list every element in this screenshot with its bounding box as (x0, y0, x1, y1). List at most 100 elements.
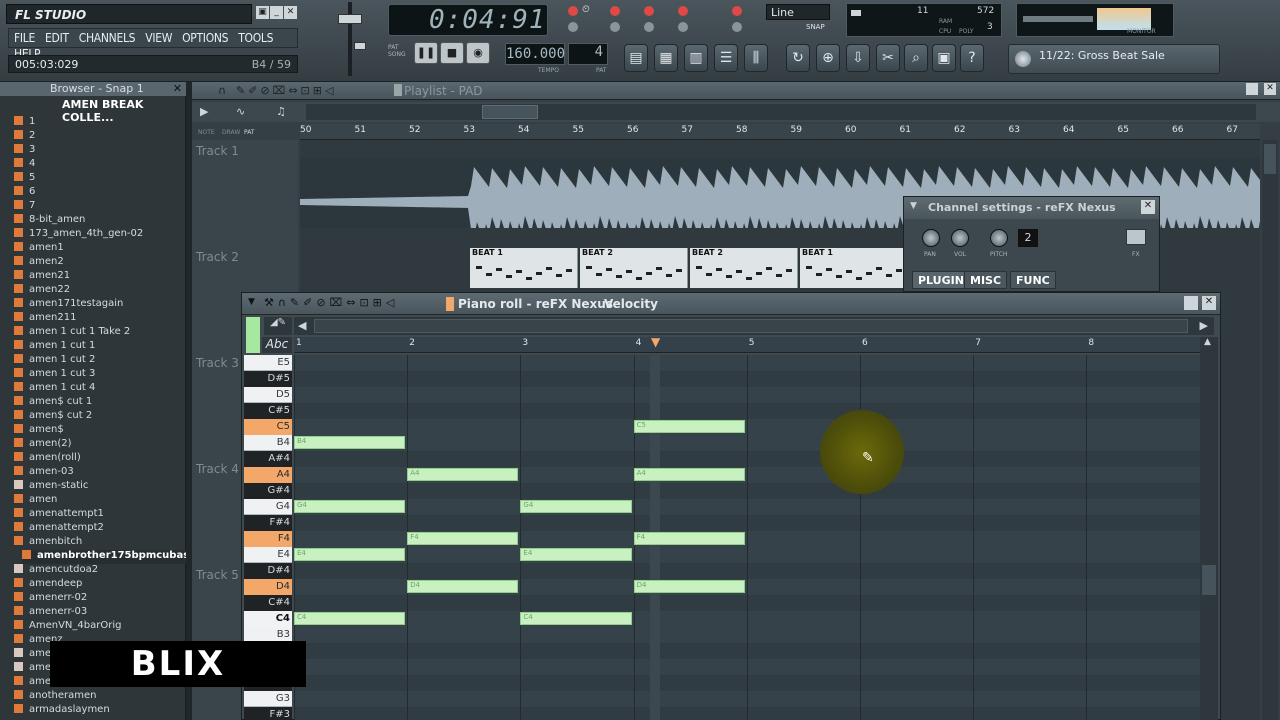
browser-item[interactable]: 5 (14, 172, 35, 186)
automation-icon[interactable]: ∿ (236, 105, 245, 118)
step-sequencer-icon[interactable]: ▦ (654, 44, 678, 72)
maximize-button[interactable] (1184, 296, 1198, 310)
note[interactable]: C4 (520, 612, 632, 625)
piano-key[interactable]: G3 (244, 691, 292, 707)
track-label[interactable]: Track 3 (196, 356, 239, 370)
track-label[interactable]: Track 2 (196, 250, 239, 264)
browser-item[interactable]: amen(roll) (14, 452, 81, 466)
playlist-icon[interactable]: ▤ (624, 44, 648, 72)
scroll-left-icon[interactable]: ◀ (298, 319, 306, 332)
pause-button[interactable]: ❚❚ (414, 42, 438, 64)
browser-item[interactable]: amen$ cut 1 (14, 396, 92, 410)
undo-icon[interactable]: ↻ (786, 44, 810, 72)
browser-item[interactable]: anotheramen (14, 690, 96, 704)
browser-item[interactable]: 7 (14, 200, 35, 214)
note[interactable]: D4 (633, 580, 745, 593)
note[interactable]: F4 (407, 532, 519, 545)
piano-key[interactable]: D4 (244, 579, 292, 595)
browser-item[interactable]: amen$ cut 2 (14, 410, 92, 424)
note[interactable]: F4 (633, 532, 745, 545)
restore-button[interactable]: ▣ (256, 6, 269, 19)
browser-item[interactable]: amendeep (14, 578, 82, 592)
browser-item[interactable]: amen1 (14, 242, 64, 256)
pattern-clip[interactable]: BEAT 2 (690, 248, 798, 288)
piano-key[interactable]: D#4 (244, 563, 292, 579)
pencil-icon[interactable]: ◢✎ (264, 317, 292, 335)
browser-item[interactable]: armadaslaymen (14, 704, 110, 718)
save-icon[interactable]: ⊕ (816, 44, 840, 72)
piano-key[interactable]: B4 (244, 435, 292, 451)
step-led-icon[interactable] (568, 22, 578, 32)
blend-led-icon[interactable] (644, 6, 654, 16)
note[interactable]: E4 (520, 548, 632, 561)
export-icon[interactable]: ⇩ (846, 44, 870, 72)
close-button[interactable]: ✕ (1141, 200, 1155, 214)
maximize-button[interactable] (1246, 83, 1258, 95)
playlist-vscroll[interactable] (1262, 140, 1278, 720)
browser-item[interactable]: amen21 (14, 270, 70, 284)
playlist-ruler[interactable]: 50 51 52 53 54 55 56 57 58 59 60 61 62 63 64 65 66 67 (300, 124, 1260, 140)
menu-options[interactable]: OPTIONS (177, 29, 233, 45)
volume-knob[interactable] (951, 229, 969, 247)
snap-select[interactable]: Line (766, 4, 830, 20)
help-icon[interactable]: ? (960, 44, 984, 72)
browser-item[interactable]: 4 (14, 158, 35, 172)
note-mode[interactable]: NOTE (198, 129, 215, 136)
piano-roll-vscroll[interactable]: ▲ (1200, 337, 1218, 720)
piano-key[interactable]: E5 (244, 355, 292, 371)
metronome-icon[interactable]: ⏲ (582, 4, 590, 15)
piano-key[interactable]: G#4 (244, 483, 292, 499)
mixer-icon[interactable]: ⫼ (744, 44, 768, 72)
playhead-marker-icon[interactable]: ▼ (651, 335, 660, 349)
mixer-track-selector[interactable]: 2 (1018, 229, 1038, 247)
scroll-thumb[interactable] (482, 105, 538, 119)
browser-item[interactable]: amen 1 cut 3 (14, 368, 95, 382)
note[interactable]: A4 (633, 468, 745, 481)
browser-item[interactable]: amenerr-03 (14, 606, 87, 620)
note[interactable]: C4 (294, 612, 406, 625)
browser-item[interactable]: amen211 (14, 312, 76, 326)
piano-key[interactable]: D#5 (244, 371, 292, 387)
close-button[interactable]: ✕ (1264, 83, 1276, 95)
close-button[interactable]: ✕ (284, 6, 297, 19)
tempo-display[interactable]: 160.000 (505, 43, 565, 65)
browser-item[interactable]: amen (14, 494, 57, 508)
note[interactable]: G4 (520, 500, 632, 513)
note[interactable]: A4 (407, 468, 519, 481)
pattern-icon[interactable]: ▶ (200, 105, 208, 118)
track-label[interactable]: Track 1 (196, 144, 239, 158)
browser-item[interactable]: AmenVN_4barOrig (14, 620, 121, 634)
wait-led-icon[interactable] (610, 22, 620, 32)
piano-key[interactable]: A#4 (244, 451, 292, 467)
browser-item[interactable]: amen 1 cut 1 Take 2 (14, 326, 130, 340)
browser-item[interactable]: amenbrother175bpmcubase (22, 550, 196, 564)
audio-icon[interactable]: ♫ (276, 105, 286, 118)
note-grid[interactable]: B4 G4 E4 C4 A4 F4 D4 G4 E4 C4 C5 A4 F4 D4 (294, 355, 1200, 720)
piano-key[interactable]: F#3 (244, 707, 292, 720)
draw-mode[interactable]: DRAW (222, 129, 240, 136)
close-icon[interactable]: ✕ (173, 82, 182, 95)
note[interactable]: E4 (294, 548, 406, 561)
cut-tool-icon[interactable]: ✂ (876, 44, 900, 72)
browser-item[interactable]: 6 (14, 186, 35, 200)
piano-roll-ruler[interactable]: ▼ 1 2 3 4 5 6 7 8 (294, 335, 1200, 353)
event-selector[interactable]: Velocity (604, 297, 658, 311)
scroll-up-icon[interactable]: ▲ (1204, 337, 1211, 347)
browser-current-folder[interactable]: AMEN BREAK COLLE... (0, 98, 186, 124)
browser-item[interactable]: 2 (14, 130, 35, 144)
browser-item[interactable]: amenattempt1 (14, 508, 104, 522)
chevron-down-icon[interactable]: ▼ (248, 297, 255, 307)
browser-item[interactable]: 3 (14, 144, 35, 158)
close-button[interactable]: ✕ (1202, 296, 1216, 310)
overdub-led-icon[interactable] (678, 22, 688, 32)
piano-key[interactable]: A4 (244, 467, 292, 483)
browser-item[interactable]: amen$ (14, 424, 64, 438)
browser-item[interactable]: amen171testagain (14, 298, 123, 312)
browser-item[interactable]: amen(2) (14, 438, 72, 452)
browser-item[interactable]: amen22 (14, 284, 70, 298)
browser-item[interactable]: 1 (14, 116, 35, 130)
playlist-hscroll[interactable] (306, 104, 1256, 120)
minimize-button[interactable]: _ (270, 6, 283, 19)
zoom-icon[interactable]: ⌕ (904, 44, 928, 72)
zoom-handle[interactable] (246, 317, 260, 353)
